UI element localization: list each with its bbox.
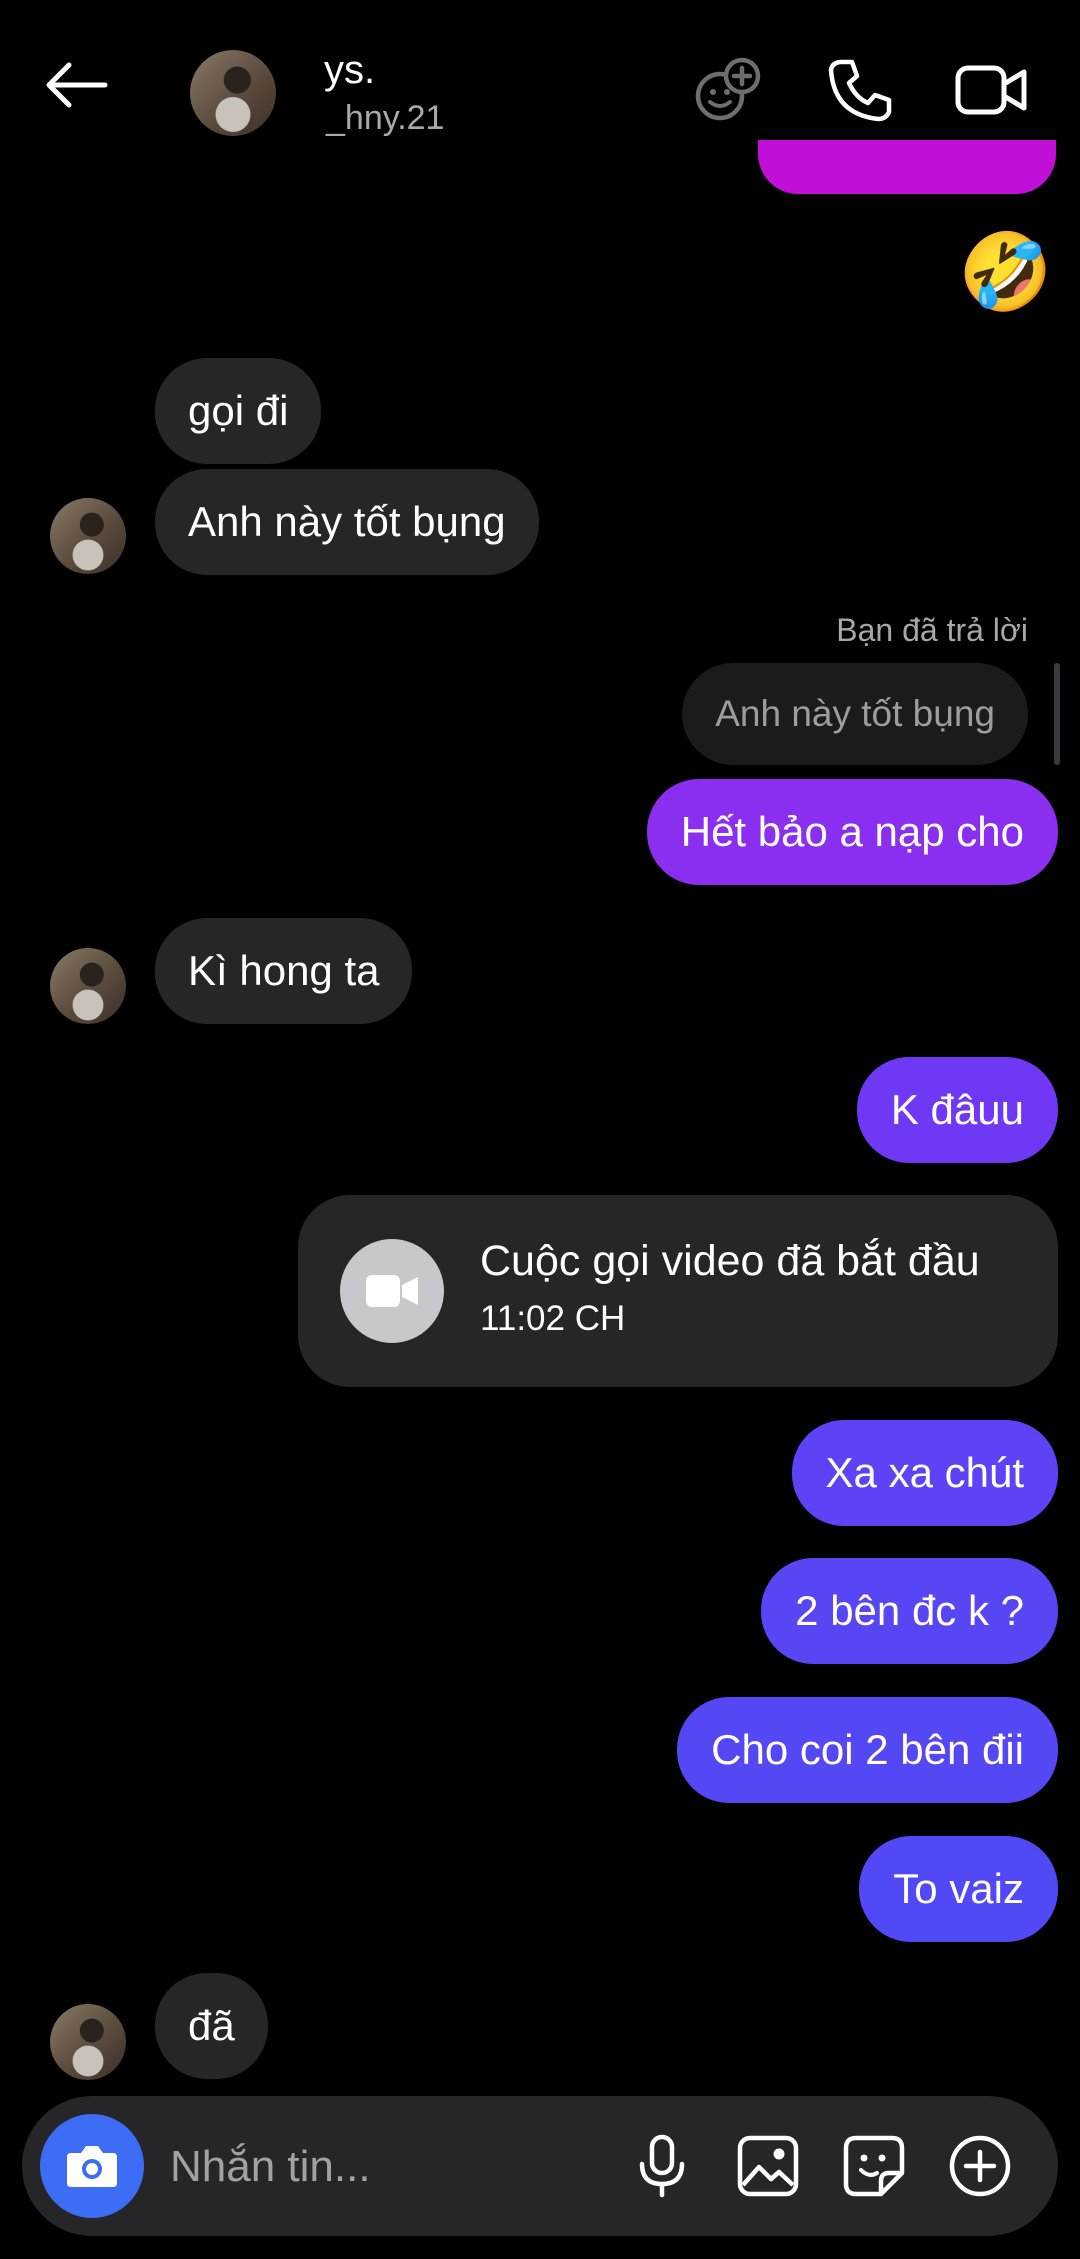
outgoing-message[interactable]: 2 bên đc k ? — [761, 1558, 1058, 1664]
sender-avatar[interactable] — [50, 498, 126, 574]
sender-avatar[interactable] — [50, 2004, 126, 2080]
reaction-emoji[interactable]: 🤣 — [958, 228, 1053, 318]
back-button[interactable] — [28, 45, 124, 125]
incoming-message[interactable]: Kì hong ta — [155, 918, 413, 1024]
message-input[interactable] — [168, 2138, 612, 2196]
video-call-card[interactable]: Cuộc gọi video đã bắt đầu 11:02 CH — [298, 1195, 1058, 1387]
contact-handle[interactable]: _hny.21 — [326, 98, 444, 138]
gallery-button[interactable] — [728, 2126, 808, 2206]
outgoing-message[interactable]: Hết bảo a nạp cho — [646, 779, 1058, 885]
video-icon — [955, 65, 1027, 115]
video-camera-icon — [366, 1275, 418, 1307]
sender-avatar[interactable] — [50, 948, 126, 1024]
effects-button[interactable] — [690, 52, 766, 128]
outgoing-message[interactable]: To vaiz — [859, 1836, 1058, 1942]
message-composer — [22, 2096, 1058, 2236]
call-title: Cuộc gọi video đã bắt đầu — [480, 1237, 980, 1285]
incoming-message[interactable]: gọi đi — [155, 358, 322, 464]
incoming-message[interactable]: Anh này tốt bụng — [155, 469, 539, 575]
gallery-icon — [737, 2135, 799, 2197]
video-call-button[interactable] — [950, 50, 1032, 130]
camera-icon — [67, 2146, 117, 2187]
arrow-left-icon — [46, 62, 108, 108]
voice-message-button[interactable] — [622, 2126, 702, 2206]
sticker-button[interactable] — [834, 2126, 914, 2206]
video-call-badge — [340, 1239, 444, 1343]
outgoing-message[interactable]: Xa xa chút — [791, 1420, 1058, 1526]
phone-icon — [828, 59, 892, 122]
outgoing-message[interactable]: Cho coi 2 bên đii — [677, 1697, 1058, 1803]
call-time: 11:02 CH — [480, 1299, 626, 1338]
microphone-icon — [639, 2134, 685, 2198]
outgoing-message[interactable]: K đâuu — [856, 1057, 1058, 1163]
camera-button[interactable] — [40, 2114, 144, 2218]
contact-avatar[interactable] — [190, 50, 276, 136]
replied-message-quote[interactable]: Anh này tốt bụng — [682, 663, 1028, 765]
contact-name[interactable]: ys. — [324, 48, 375, 92]
sticker-icon — [843, 2135, 905, 2197]
effects-icon — [695, 57, 761, 121]
reply-label: Bạn đã trả lời — [836, 612, 1028, 648]
plus-icon — [949, 2135, 1011, 2197]
voice-call-button[interactable] — [820, 50, 900, 130]
more-button[interactable] — [940, 2126, 1020, 2206]
outgoing-bubble-clipped[interactable] — [758, 140, 1056, 194]
incoming-message[interactable]: đã — [155, 1973, 268, 2079]
reply-indicator-bar — [1054, 663, 1060, 765]
